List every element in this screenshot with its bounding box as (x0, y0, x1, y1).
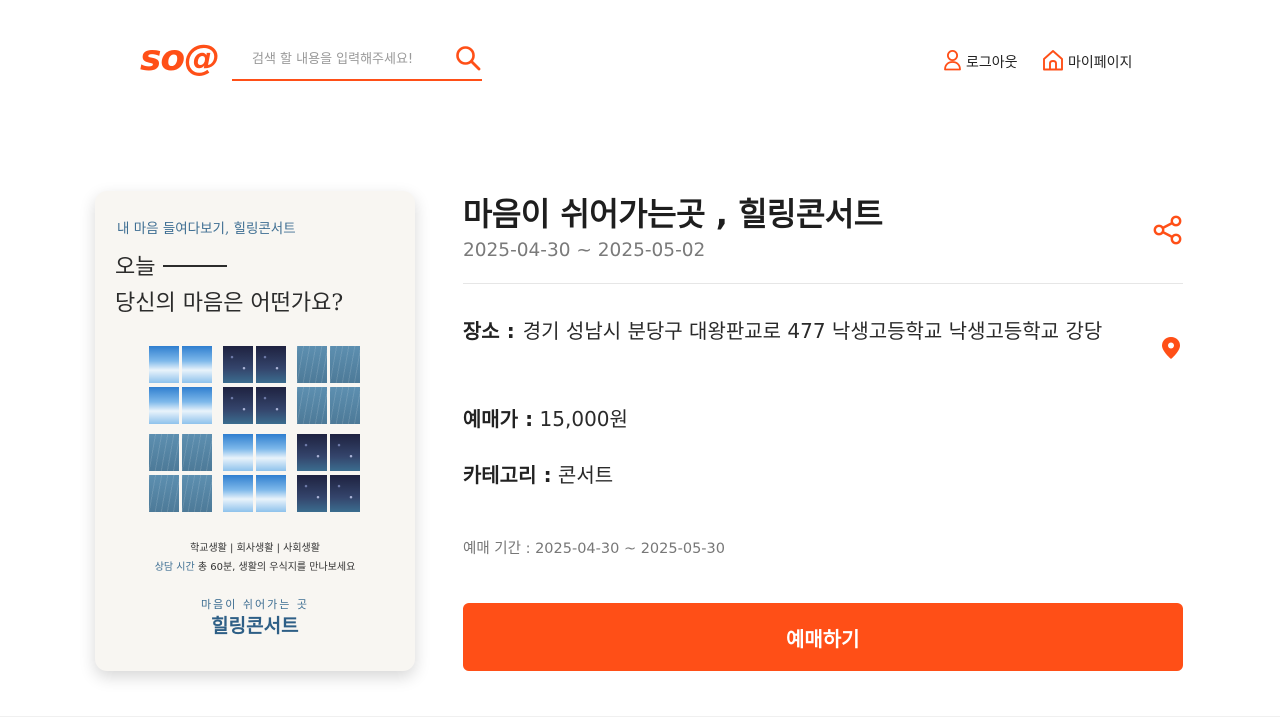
poster-headline-1: 오늘 (115, 249, 228, 281)
price-label: 예매가 : (463, 407, 534, 431)
poster-brand: 힐링콘서트 (211, 615, 299, 637)
poster-tile (297, 434, 360, 512)
footer-divider (0, 716, 1280, 717)
mypage-link[interactable]: 마이페이지 (1042, 50, 1132, 74)
poster-headline-1-text: 오늘 (115, 255, 156, 280)
poster-info-accent: 상담 시간 (154, 562, 195, 573)
poster-tile (149, 434, 212, 512)
logout-label: 로그아웃 (966, 55, 1018, 71)
divider (463, 283, 1183, 284)
category-label: 카테고리 : (463, 463, 552, 487)
poster-info-line-1: 학교생활 | 회사생활 | 사회생활 (190, 543, 320, 554)
category-row: 카테고리 : 콘서트 (463, 459, 613, 491)
home-icon (1042, 49, 1068, 75)
poster-subtitle: 내 마음 들여다보기, 힐링콘서트 (117, 221, 296, 237)
poster-headline-2: 당신의 마음은 어떤가요? (115, 291, 344, 316)
share-icon[interactable] (1152, 214, 1184, 246)
sale-period: 예매 기간 : 2025-04-30 ~ 2025-05-30 (463, 541, 725, 557)
event-title: 마음이 쉬어가는곳 , 힐링콘서트 (463, 195, 883, 233)
poster-info-rest: 총 60분, 생활의 우식지를 만나보세요 (194, 562, 356, 573)
place-label: 장소 : (463, 319, 515, 343)
book-button[interactable]: 예매하기 (463, 603, 1183, 671)
map-pin-icon[interactable] (1160, 336, 1182, 360)
category-value: 콘서트 (557, 463, 614, 487)
search-bar (232, 38, 482, 81)
mypage-label: 마이페이지 (1068, 55, 1133, 71)
poster-info-line-2: 상담 시간 총 60분, 생활의 우식지를 만나보세요 (95, 558, 415, 573)
logo[interactable]: so@ (140, 36, 220, 82)
place-row: 장소 : 경기 성남시 분당구 대왕판교로 477 낙생고등학교 낙생고등학교 … (463, 315, 1153, 347)
poster-tile (223, 434, 286, 512)
poster-headline-rule (163, 265, 228, 267)
event-period: 2025-04-30 ~ 2025-05-02 (463, 240, 706, 261)
place-value: 경기 성남시 분당구 대왕판교로 477 낙생고등학교 낙생고등학교 강당 (522, 319, 1103, 343)
price-value: 15,000원 (539, 407, 628, 431)
price-row: 예매가 : 15,000원 (463, 403, 628, 435)
search-input[interactable] (232, 46, 442, 72)
poster-tile (297, 346, 360, 424)
logout-link[interactable]: 로그아웃 (943, 50, 1018, 74)
search-icon[interactable] (454, 44, 482, 72)
user-icon (943, 49, 966, 75)
poster-tagline: 마음이 쉬어가는 곳 (201, 598, 309, 611)
event-poster: 내 마음 들여다보기, 힐링콘서트 오늘 당신의 마음은 어떤가요? 학교생활 … (95, 191, 415, 671)
poster-tile (149, 346, 212, 424)
poster-tile (223, 346, 286, 424)
